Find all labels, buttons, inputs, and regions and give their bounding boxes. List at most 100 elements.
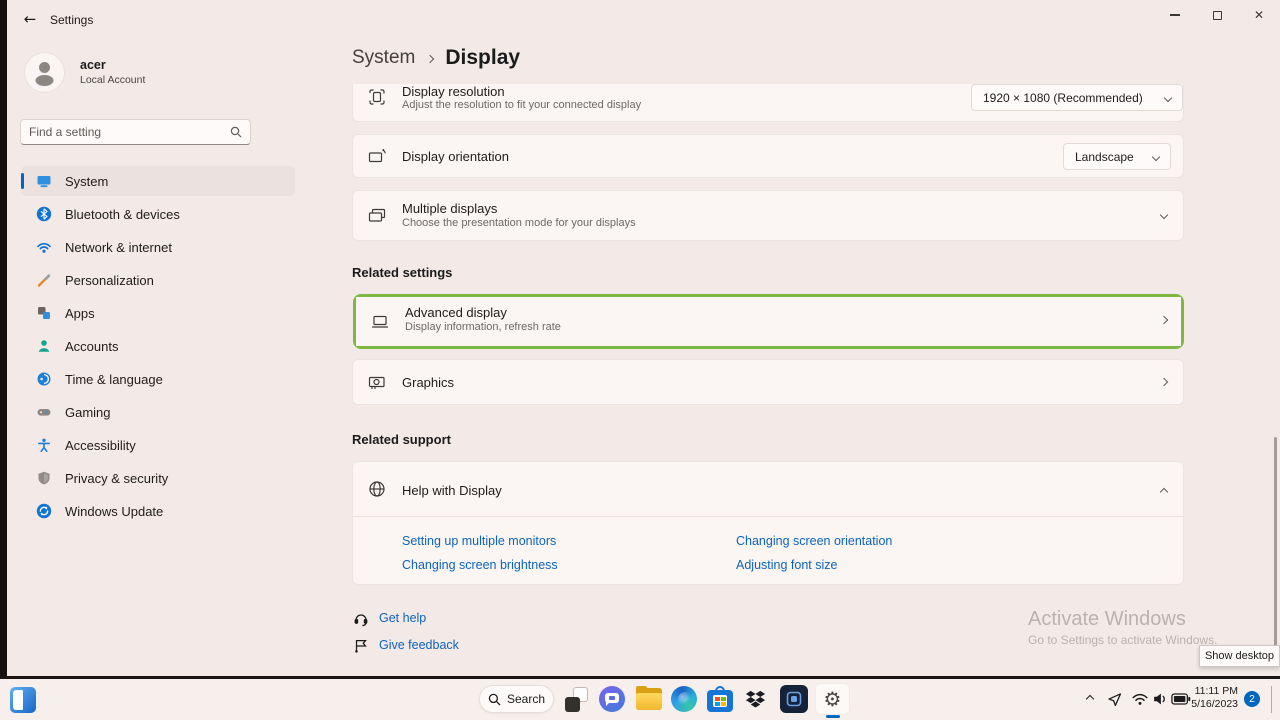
dropdown-value: Landscape [1075,150,1134,164]
sidebar-item-label: Apps [65,306,95,321]
taskbar: Search ⚙ [0,679,1280,720]
card-subtitle: Adjust the resolution to fit your connec… [402,99,641,111]
close-icon: ✕ [1254,8,1264,22]
scrollbar-thumb[interactable] [1274,437,1277,653]
tray-time: 11:11 PM [1191,685,1238,698]
chevron-right-icon [1160,378,1168,386]
microsoft-store-icon[interactable] [707,686,733,712]
file-explorer-icon[interactable] [636,688,662,710]
sidebar-item-label: Bluetooth & devices [65,207,180,222]
sidebar-item-system[interactable]: System [21,166,295,196]
card-title: Help with Display [402,483,502,498]
task-view-icon[interactable] [564,687,589,712]
apps-icon [36,305,52,321]
divider [353,516,1183,517]
dropdown-value: 1920 × 1080 (Recommended) [983,91,1143,105]
sidebar-item-accounts[interactable]: Accounts [21,331,295,361]
sidebar-item-apps[interactable]: Apps [21,298,295,328]
brush-icon [36,272,52,288]
accessibility-icon [36,437,52,453]
user-account-type: Local Account [80,74,145,86]
highlight-box: Advanced display Display information, re… [353,294,1184,349]
windows-update-icon [36,503,52,519]
start-button[interactable] [437,687,462,712]
widgets-icon[interactable] [10,687,36,713]
sidebar-item-label: System [65,174,108,189]
sidebar-item-windows-update[interactable]: Windows Update [21,496,295,526]
chevron-up-icon[interactable] [1160,488,1168,496]
settings-window: ← Settings ✕ acer Local Account S [7,0,1280,676]
volume-icon[interactable] [1150,689,1170,709]
close-button[interactable]: ✕ [1238,0,1280,30]
edge-browser-icon[interactable] [671,686,697,712]
minimize-icon [1170,14,1180,15]
dark-blue-app-icon[interactable] [780,685,808,713]
sidebar-item-gaming[interactable]: Gaming [21,397,295,427]
notification-badge[interactable]: 2 [1244,691,1260,707]
taskbar-search[interactable]: Search [479,685,554,713]
card-title: Display resolution [402,84,505,99]
chat-icon[interactable] [599,686,625,712]
time-language-icon [36,371,52,387]
breadcrumb-system[interactable]: System [352,47,415,69]
graphics-card[interactable]: Graphics [352,359,1184,405]
find-a-setting-search[interactable] [20,119,251,145]
sidebar-item-network-internet[interactable]: Network & internet [21,232,295,262]
chevron-right-icon [1160,316,1168,324]
chevron-down-icon [1152,152,1160,160]
help-link-screen-orientation[interactable]: Changing screen orientation [736,534,892,548]
wifi-icon [36,239,52,255]
breadcrumb: System Display [352,46,520,70]
help-link-multiple-monitors[interactable]: Setting up multiple monitors [402,534,556,548]
sidebar-item-bluetooth-devices[interactable]: Bluetooth & devices [21,199,295,229]
get-help-link[interactable]: Get help [379,611,426,625]
card-subtitle: Display information, refresh rate [405,321,561,333]
sidebar-item-label: Privacy & security [65,471,168,486]
give-feedback-icon [352,637,370,655]
related-settings-heading: Related settings [352,265,452,280]
advanced-display-card[interactable]: Advanced display Display information, re… [356,297,1181,346]
maximize-icon [1213,11,1222,20]
sidebar-item-privacy-security[interactable]: Privacy & security [21,463,295,493]
search-input[interactable] [21,125,230,139]
battery-icon[interactable] [1171,689,1191,709]
sidebar-item-accessibility[interactable]: Accessibility [21,430,295,460]
location-icon[interactable] [1104,689,1124,709]
breadcrumb-chevron-icon [426,55,434,63]
clock[interactable]: 11:11 PM 5/16/2023 [1191,685,1238,711]
get-help-icon [352,610,370,628]
back-button[interactable]: ← [18,8,42,30]
hidden-icons-chevron[interactable] [1082,693,1098,705]
display-orientation-dropdown[interactable]: Landscape [1063,143,1171,170]
maximize-button[interactable] [1196,0,1238,30]
bluetooth-icon [36,206,52,222]
show-desktop-button[interactable] [1272,679,1280,720]
window-title: Settings [50,13,93,27]
chevron-down-icon[interactable] [1160,211,1168,219]
give-feedback-link[interactable]: Give feedback [379,638,459,652]
avatar[interactable] [24,52,65,93]
search-icon [230,126,242,138]
help-link-font-size[interactable]: Adjusting font size [736,558,837,572]
multiple-displays-card[interactable]: Multiple displays Choose the presentatio… [352,190,1184,241]
tray-date: 5/16/2023 [1191,698,1238,711]
shield-icon [36,470,52,486]
sidebar-item-personalization[interactable]: Personalization [21,265,295,295]
wifi-icon[interactable] [1130,689,1150,709]
dropbox-icon[interactable] [743,687,768,712]
display-resolution-icon [367,87,387,107]
display-resolution-dropdown[interactable]: 1920 × 1080 (Recommended) [971,84,1183,111]
sidebar-item-label: Accessibility [65,438,136,453]
sidebar-item-time-language[interactable]: Time & language [21,364,295,394]
card-title: Graphics [402,375,454,390]
activate-windows-watermark: Activate Windows [1028,608,1186,631]
help-link-screen-brightness[interactable]: Changing screen brightness [402,558,558,572]
show-desktop-tooltip: Show desktop [1199,645,1280,667]
display-orientation-icon [367,147,387,167]
card-title: Advanced display [405,305,507,320]
settings-app-icon[interactable]: ⚙ [815,683,850,715]
minimize-button[interactable] [1154,0,1196,30]
globe-icon [367,479,387,499]
gaming-icon [36,404,52,420]
sidebar-item-label: Personalization [65,273,154,288]
